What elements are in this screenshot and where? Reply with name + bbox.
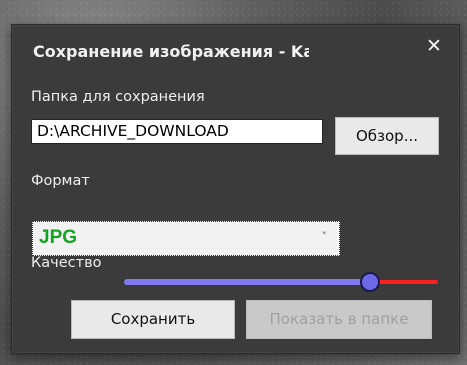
dialog-title: Сохранение изображения - Ka	[33, 42, 309, 61]
folder-label: Папка для сохранения	[31, 89, 205, 105]
show-in-folder-button: Показать в папке	[246, 300, 432, 339]
quality-slider[interactable]	[124, 271, 438, 293]
save-button[interactable]: Сохранить	[71, 300, 235, 339]
save-image-dialog: Сохранение изображения - Ka ✕ Папка для …	[11, 24, 460, 354]
chevron-down-icon: ˅	[321, 230, 328, 243]
folder-path-input[interactable]: D:\ARCHIVE_DOWNLOAD	[31, 119, 323, 144]
format-label: Формат	[31, 173, 90, 189]
format-selected-value: JPG	[39, 227, 78, 248]
close-icon[interactable]: ✕	[423, 35, 445, 57]
slider-filled-track	[124, 279, 366, 285]
slider-thumb[interactable]	[360, 272, 380, 292]
quality-label: Качество	[31, 255, 102, 271]
dialog-titlebar: Сохранение изображения - Ka ✕	[12, 25, 459, 75]
slider-remaining-track	[376, 280, 438, 284]
browse-button[interactable]: Обзор...	[335, 117, 439, 155]
format-select[interactable]: JPG ˅	[32, 221, 340, 256]
